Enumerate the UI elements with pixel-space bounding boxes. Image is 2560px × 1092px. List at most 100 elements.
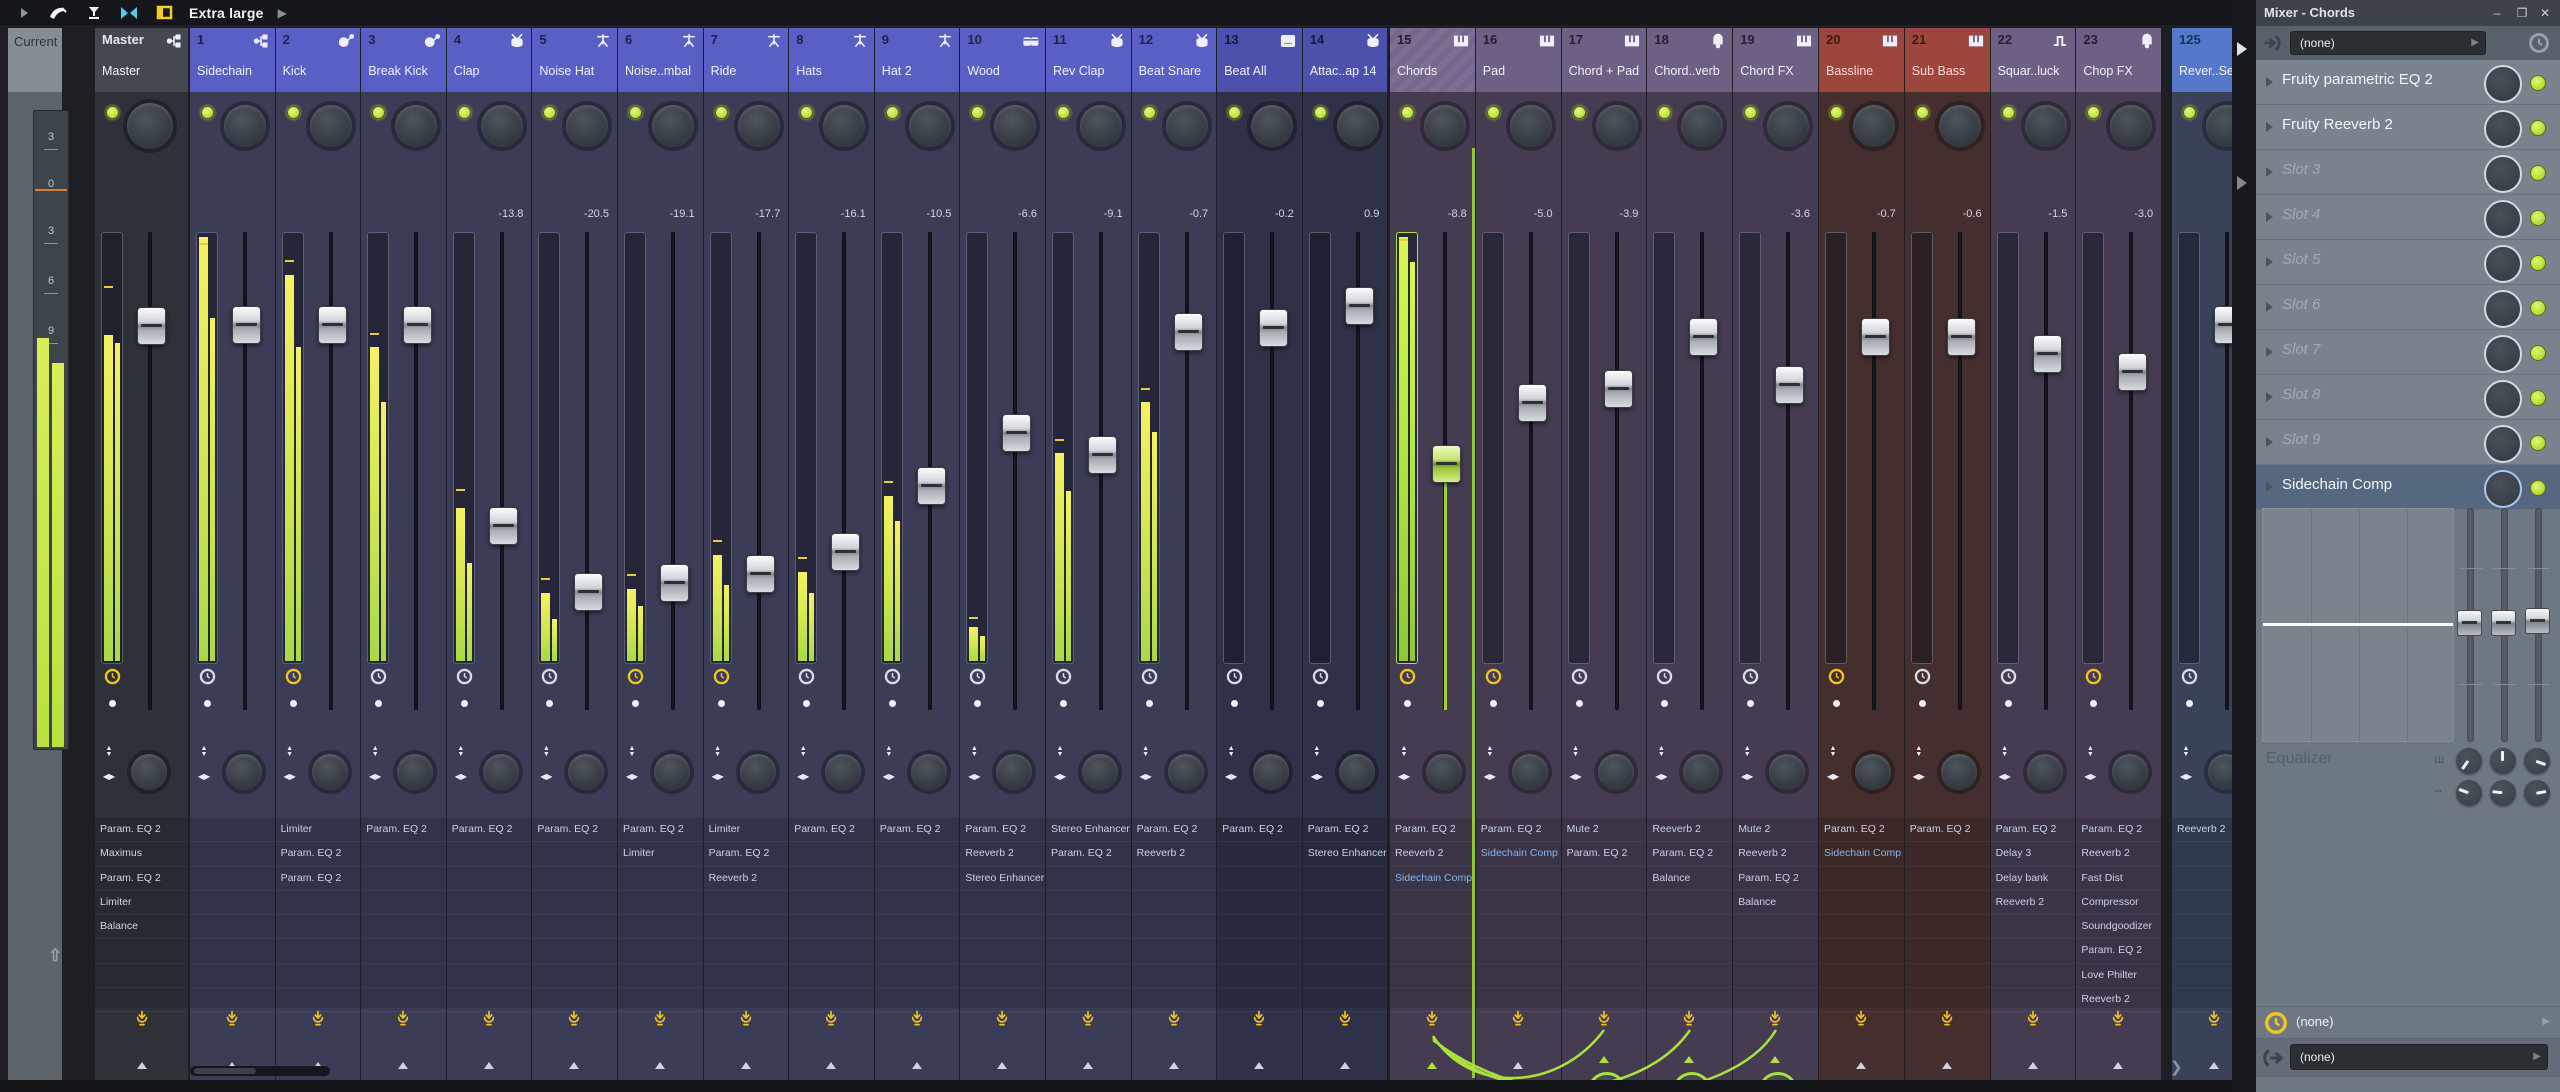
plugin-slot[interactable]: Sidechain Comp: [1390, 867, 1475, 891]
mute-led[interactable]: [2186, 700, 2193, 707]
track-pan-knob[interactable]: [2110, 105, 2153, 147]
swing-clock-icon[interactable]: [1485, 668, 1502, 685]
swing-clock-icon[interactable]: [285, 668, 302, 685]
eq-width2-knob[interactable]: [2490, 780, 2516, 806]
plugin-slot[interactable]: [532, 964, 617, 989]
plugin-slot[interactable]: [1990, 915, 2076, 940]
volume-fader-track[interactable]: [671, 232, 675, 710]
mixer-track-clap[interactable]: 4 Clap -13.8 ▲ ▼ ◀▶ Param. EQ 2: [446, 28, 532, 1092]
plugin-slot[interactable]: [361, 939, 446, 964]
plugin-slot[interactable]: [190, 891, 275, 916]
plugin-slot[interactable]: [361, 964, 446, 989]
mute-led[interactable]: [632, 700, 639, 707]
plugin-slot[interactable]: Sidechain Comp: [1475, 842, 1561, 867]
plugin-slot[interactable]: [190, 818, 275, 843]
track-header[interactable]: 3 Break Kick: [361, 28, 446, 92]
swing-clock-icon[interactable]: [1656, 668, 1673, 685]
swing-clock-icon[interactable]: [713, 668, 730, 685]
plugin-slot[interactable]: Limiter: [703, 818, 789, 843]
plugin-slot[interactable]: Param. EQ 2: [1990, 818, 2076, 843]
track-pan-knob[interactable]: [737, 105, 780, 147]
volume-fader-handle[interactable]: [1432, 445, 1461, 483]
plugin-slot[interactable]: [789, 915, 874, 940]
enable-led[interactable]: [885, 106, 899, 119]
stereo-knob[interactable]: [226, 754, 262, 790]
plugin-slot[interactable]: [1390, 939, 1475, 964]
mute-led[interactable]: [1145, 700, 1153, 707]
mute-led[interactable]: [109, 700, 116, 707]
swing-clock-icon[interactable]: [541, 668, 558, 685]
enable-led[interactable]: [201, 106, 214, 119]
plugin-slot[interactable]: Balance: [1733, 891, 1818, 916]
plugin-slot[interactable]: [874, 891, 960, 916]
swing-clock-icon[interactable]: [798, 668, 815, 685]
plugin-slot[interactable]: [1302, 915, 1388, 940]
stereo-knob[interactable]: [1940, 754, 1977, 790]
plugin-slot[interactable]: [361, 867, 446, 891]
track-pan-knob[interactable]: [1767, 105, 1810, 147]
plugin-slot[interactable]: [789, 988, 874, 1013]
route-up-small-icon[interactable]: [1856, 1062, 1866, 1069]
mute-led[interactable]: [1316, 700, 1324, 707]
swing-clock-icon[interactable]: [969, 668, 986, 685]
volume-fader-track[interactable]: [148, 232, 152, 710]
plugin-slot[interactable]: [789, 867, 874, 891]
plugin-slot[interactable]: [1733, 964, 1818, 989]
input-source-dropdown[interactable]: (none) ▶: [2290, 31, 2486, 55]
enable-led[interactable]: [1915, 106, 1929, 119]
mixer-track-hats[interactable]: 8 Hats -16.1 ▲ ▼ ◀▶ Param. EQ 2: [789, 28, 874, 1092]
plugin-slot[interactable]: [1217, 988, 1302, 1013]
track-header[interactable]: 16 Pad: [1475, 28, 1561, 92]
track-header[interactable]: 18 Chord..verb: [1647, 28, 1733, 92]
eq-width3-knob[interactable]: [2524, 780, 2550, 806]
plugin-slot[interactable]: [446, 915, 532, 940]
slot-enable-led[interactable]: [2530, 300, 2546, 316]
view-size-icon[interactable]: [156, 5, 173, 20]
stereo-knob[interactable]: [1511, 754, 1548, 790]
track-header[interactable]: 4 Clap: [446, 28, 532, 92]
plugin-slot[interactable]: [1990, 939, 2076, 964]
plugin-slot[interactable]: Reeverb 2: [2076, 842, 2162, 867]
slot-enable-led[interactable]: [2530, 75, 2546, 91]
fx-slot-slot-5[interactable]: Slot 5: [2256, 240, 2560, 285]
swing-clock-icon[interactable]: [456, 668, 473, 685]
plugin-slot[interactable]: Maximus: [95, 842, 188, 867]
slot-mix-knob[interactable]: [2484, 425, 2522, 463]
mixer-track-attac-ap-14[interactable]: 14 Attac..ap 14 0.9 ▲ ▼ ◀▶ Param. EQ 2 Stereo E…: [1302, 28, 1388, 1092]
slot-arrow-icon[interactable]: [2266, 257, 2273, 267]
mute-led[interactable]: [1575, 700, 1583, 707]
track-header[interactable]: 7 Ride: [703, 28, 789, 92]
swing-clock-icon[interactable]: [627, 668, 644, 685]
volume-fader-handle[interactable]: [1946, 318, 1976, 356]
slot-arrow-icon[interactable]: [2266, 482, 2273, 492]
plugin-slot[interactable]: Param. EQ 2: [789, 818, 874, 843]
eq-band2-handle[interactable]: [2491, 610, 2516, 636]
track-pan-knob[interactable]: [1165, 105, 1208, 147]
plugin-slot[interactable]: Mute 2: [1561, 818, 1647, 843]
plugin-slot[interactable]: [1647, 891, 1733, 916]
plugin-slot[interactable]: [1046, 964, 1131, 989]
stereo-knob[interactable]: [1167, 754, 1204, 790]
mute-led[interactable]: [1833, 700, 1840, 707]
mixer-track-chop-fx[interactable]: 23 Chop FX -3.0 ▲ ▼ ◀▶ Param. EQ 2 Reeverb 2 Fas…: [2076, 28, 2162, 1092]
send-switch-icon[interactable]: [2025, 1010, 2041, 1027]
plugin-slot[interactable]: [1819, 988, 1904, 1013]
track-pan-knob[interactable]: [566, 105, 609, 147]
enable-led[interactable]: [372, 106, 386, 119]
mixer-track-kick[interactable]: 2 Kick ▲ ▼ ◀▶ Limiter Param. EQ 2 Param. EQ 2: [275, 28, 361, 1092]
volume-fader-handle[interactable]: [1002, 414, 1032, 452]
plugin-slot[interactable]: Param. EQ 2: [532, 818, 617, 843]
plugin-slot[interactable]: Balance: [1647, 867, 1733, 891]
plugin-slot[interactable]: [1217, 842, 1302, 867]
plugin-slot[interactable]: [532, 988, 617, 1013]
plugin-slot[interactable]: [874, 842, 960, 867]
slot-mix-knob[interactable]: [2484, 470, 2522, 508]
route-up-small-icon[interactable]: [911, 1062, 922, 1069]
enable-led[interactable]: [971, 106, 985, 119]
track-header[interactable]: 10 Wood: [960, 28, 1045, 92]
volume-fader-track[interactable]: [328, 232, 333, 710]
plugin-slot[interactable]: Reeverb 2: [2076, 988, 2162, 1013]
plugin-slot[interactable]: Param. EQ 2: [275, 842, 361, 867]
slot-arrow-icon[interactable]: [2266, 347, 2273, 357]
mute-led[interactable]: [1747, 700, 1755, 707]
